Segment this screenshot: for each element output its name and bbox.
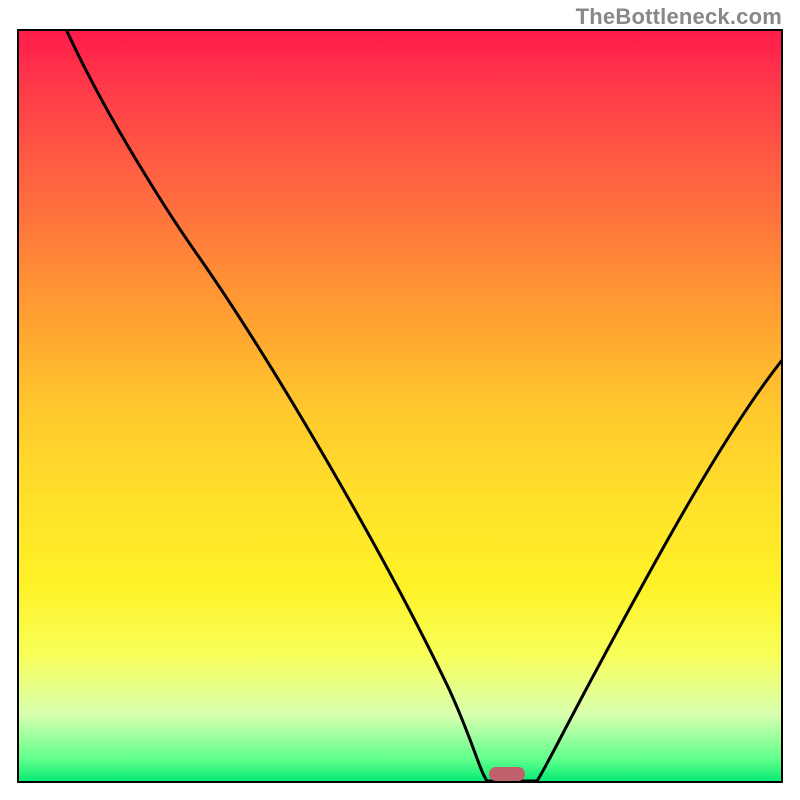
watermark-text: TheBottleneck.com (576, 4, 782, 30)
chart-container: TheBottleneck.com (0, 0, 800, 800)
bottleneck-curve (17, 29, 783, 783)
curve-path (66, 29, 783, 781)
optimum-marker (489, 767, 525, 781)
plot-area (17, 29, 783, 783)
